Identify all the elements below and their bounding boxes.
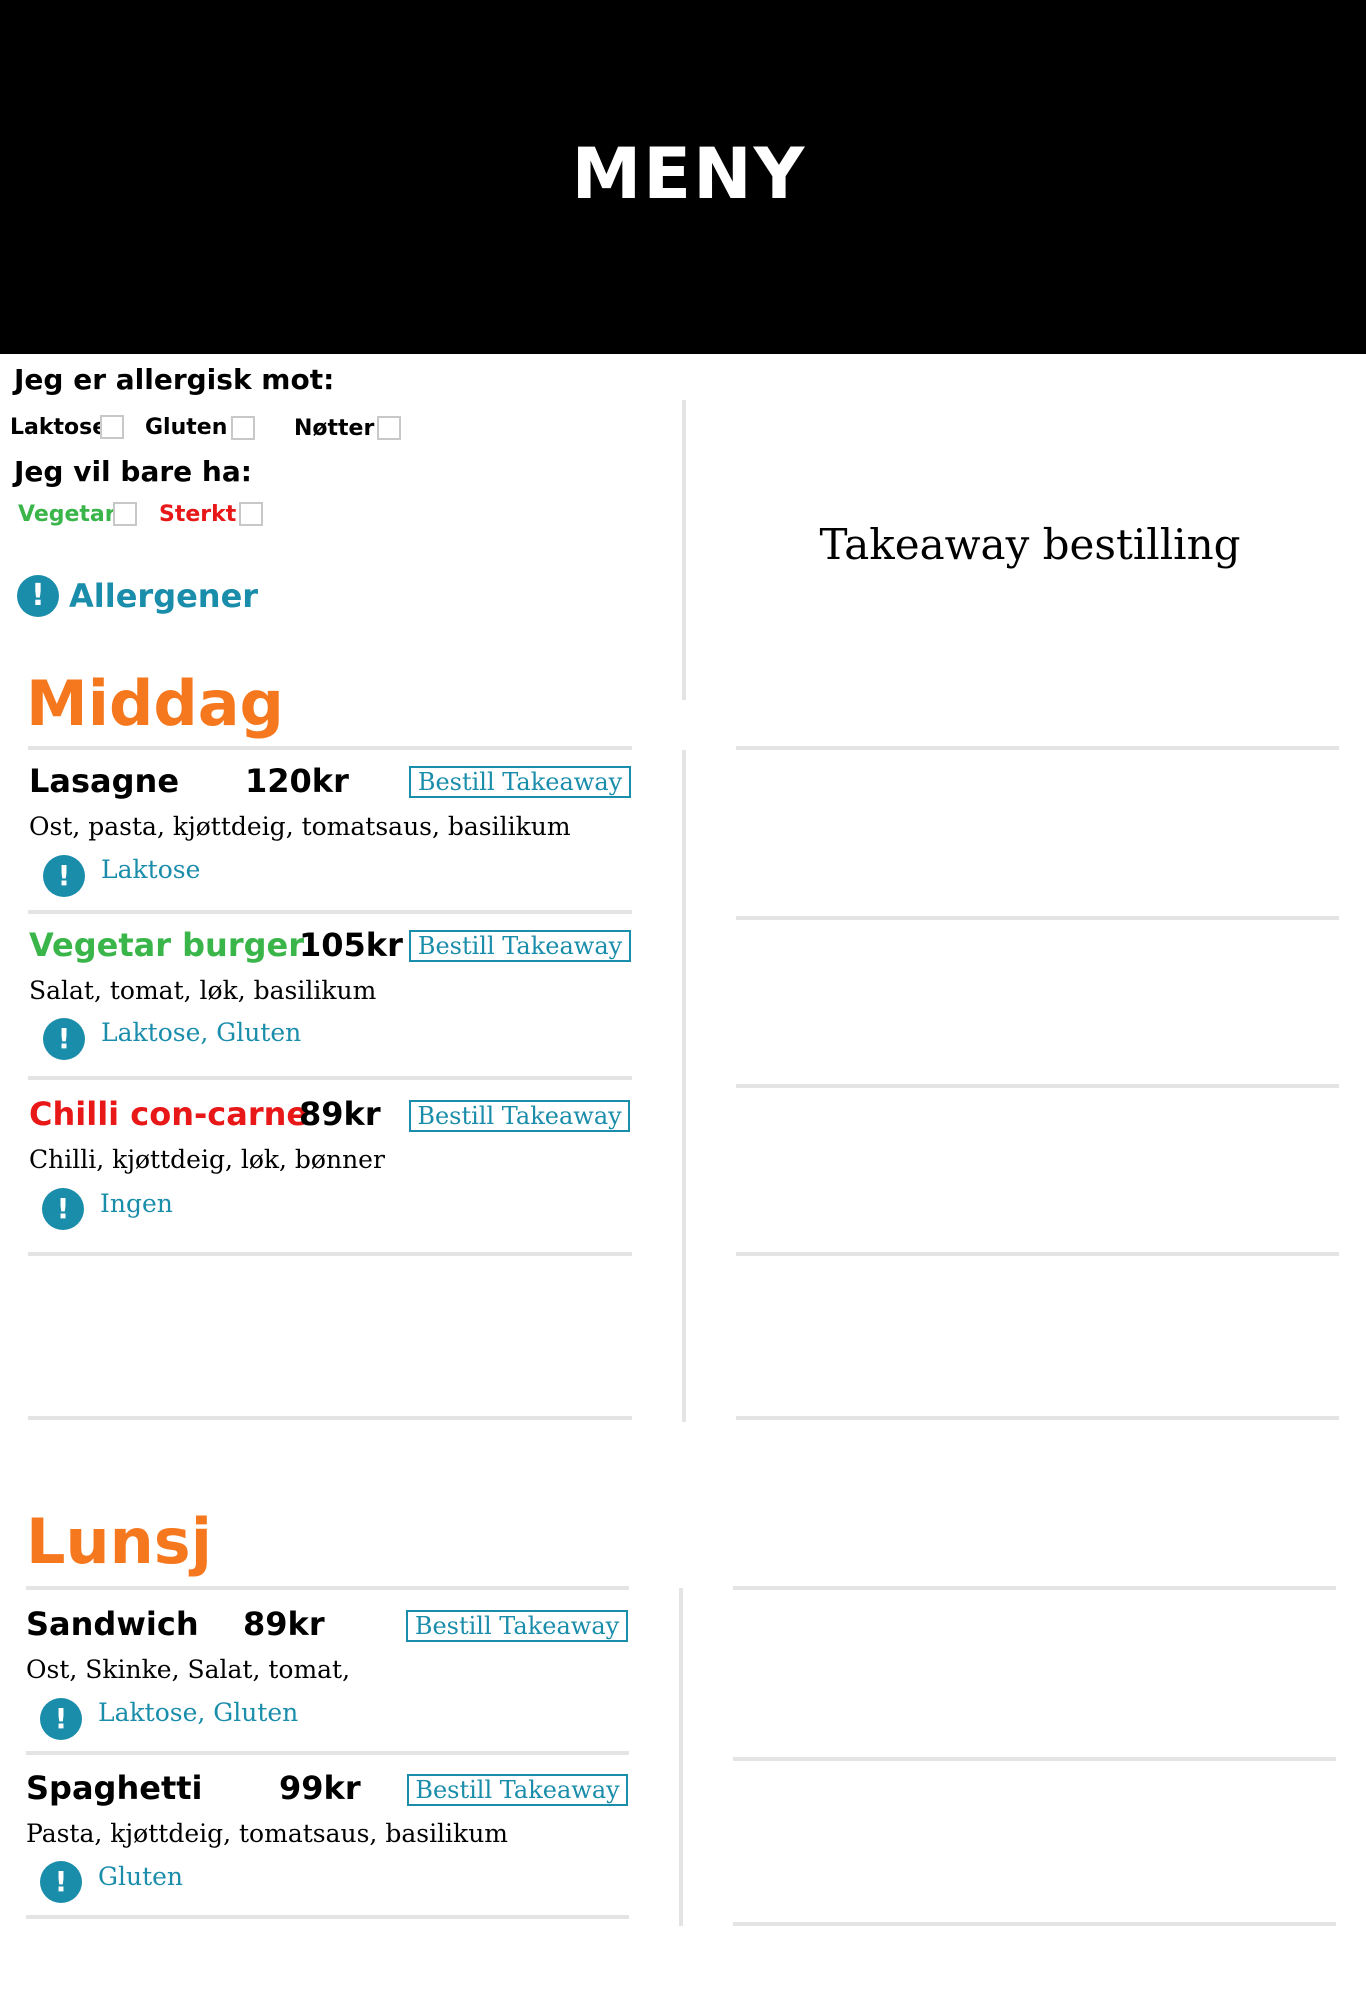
exclamation-icon: ! [43,855,85,897]
menu-item-price: 89kr [243,1605,325,1643]
exclamation-icon: ! [40,1861,82,1903]
takeaway-slot-divider [736,1416,1339,1420]
takeaway-slot-divider [736,916,1339,920]
divider [26,1915,629,1919]
divider [26,1586,629,1590]
section-title-lunsj: Lunsj [26,1505,212,1578]
page-title: MENY [571,133,807,215]
filter-label-notter: Nøtter [294,416,375,441]
menu-item-price: 120kr [245,762,349,800]
order-takeaway-button[interactable]: Bestill Takeaway [409,1100,630,1132]
menu-item-name: Lasagne [29,762,180,800]
order-takeaway-button[interactable]: Bestill Takeaway [406,1610,628,1642]
divider [26,1751,629,1755]
checkbox-sterkt[interactable] [239,502,263,526]
menu-item-name: Chilli con-carne [29,1095,309,1133]
exclamation-icon: ! [43,1018,85,1060]
takeaway-title: Takeaway bestilling [819,520,1241,569]
menu-item-description: Salat, tomat, løk, basilikum [29,976,377,1005]
menu-item-name: Vegetar burger [29,926,304,964]
menu-item-price: 89kr [299,1095,381,1133]
filter-label-sterkt: Sterkt [159,502,237,527]
menu-item-description: Ost, Skinke, Salat, tomat, [26,1655,351,1684]
takeaway-slot-divider [733,1586,1336,1590]
filter-label-vegetar: Vegetar [18,502,116,527]
allergener-link[interactable]: Allergener [69,576,258,616]
order-takeaway-button[interactable]: Bestill Takeaway [409,930,631,962]
divider [28,1416,632,1420]
takeaway-slot-divider [733,1922,1336,1926]
divider [28,746,632,750]
exclamation-icon[interactable]: ! [17,575,59,617]
menu-item-allergens: Laktose [101,855,201,884]
takeaway-slot-divider [736,1252,1339,1256]
menu-item-allergens: Ingen [100,1189,173,1218]
takeaway-slot-divider [733,1757,1336,1761]
divider [28,1252,632,1256]
menu-item-name: Sandwich [26,1605,199,1643]
checkbox-gluten[interactable] [231,416,255,440]
filter-label-laktose: Laktose [10,415,108,440]
exclamation-icon: ! [40,1698,82,1740]
allergy-filter-heading: Jeg er allergisk mot: [14,363,335,396]
order-takeaway-button[interactable]: Bestill Takeaway [409,766,631,798]
filter-label-gluten: Gluten [145,415,228,440]
takeaway-slot-divider [736,1084,1339,1088]
menu-item-price: 105kr [299,926,403,964]
order-takeaway-button[interactable]: Bestill Takeaway [407,1774,628,1806]
divider [28,1076,632,1080]
checkbox-vegetar[interactable] [113,502,137,526]
menu-item-name: Spaghetti [26,1769,203,1807]
divider [28,910,632,914]
menu-item-allergens: Laktose, Gluten [101,1018,302,1047]
menu-item-description: Ost, pasta, kjøttdeig, tomatsaus, basili… [29,812,571,841]
menu-item-description: Pasta, kjøttdeig, tomatsaus, basilikum [26,1819,509,1848]
exclamation-icon: ! [42,1188,84,1230]
section-title-middag: Middag [26,667,284,740]
takeaway-divider [682,400,686,700]
column-divider [682,750,686,1422]
menu-item-allergens: Laktose, Gluten [98,1698,299,1727]
menu-item-price: 99kr [279,1769,361,1807]
checkbox-notter[interactable] [377,416,401,440]
checkbox-laktose[interactable] [100,415,124,439]
column-divider [679,1588,683,1926]
takeaway-slot-divider [736,746,1339,750]
preference-filter-heading: Jeg vil bare ha: [14,455,252,488]
menu-item-allergens: Gluten [98,1862,184,1891]
menu-item-description: Chilli, kjøttdeig, løk, bønner [29,1145,385,1174]
